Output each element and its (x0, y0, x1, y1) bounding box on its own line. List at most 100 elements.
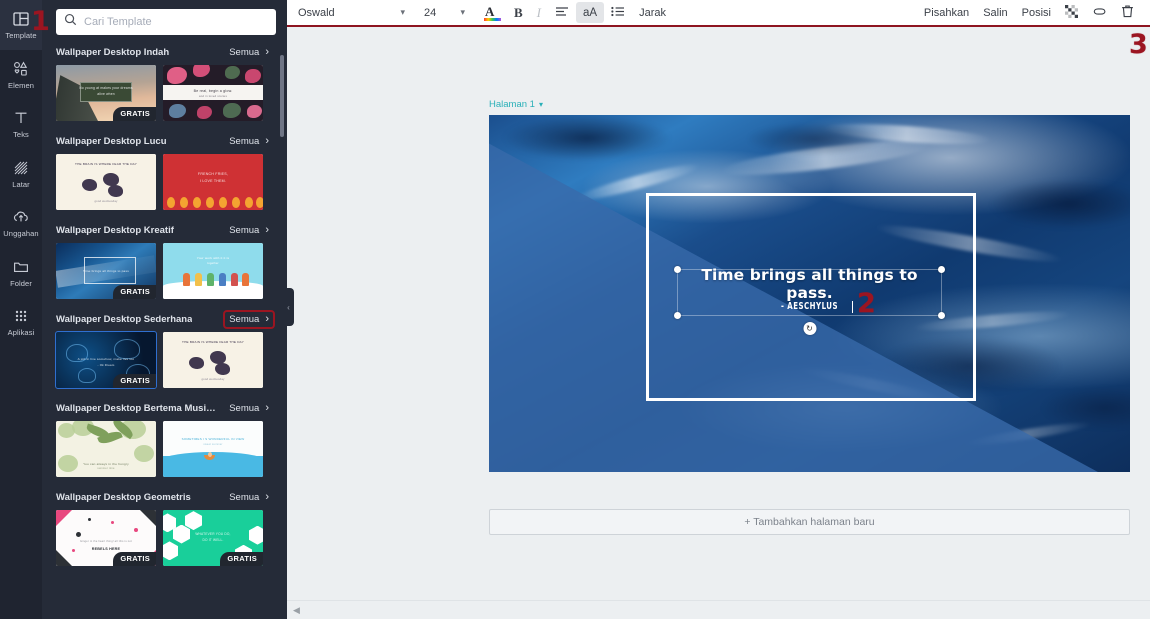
copy-button[interactable]: Salin (976, 2, 1014, 23)
resize-handle-top-left[interactable] (674, 266, 681, 273)
panel-collapse-handle[interactable]: ‹ (283, 288, 294, 326)
template-thumbnails-row: THE BRAIN IS WHERE FEAR THE DAY good wed… (56, 154, 273, 210)
font-size-select[interactable]: 24 ▾ (417, 2, 471, 23)
text-element-bounds[interactable]: Time brings all things to pass. - AESCHY… (674, 266, 945, 335)
template-thumbnail[interactable]: Ginger in the heart thing! all this is n… (56, 510, 156, 566)
resize-handle-bottom-left[interactable] (674, 312, 681, 319)
see-all-button[interactable]: Semua › (225, 45, 273, 60)
split-button[interactable]: Pisahkan (917, 2, 976, 23)
template-thumbnail[interactable]: Be real, begin a glow. and in loved stor… (163, 65, 263, 121)
thumb-text-2: DO IT WELL. (202, 538, 224, 542)
template-group-header: Wallpaper Desktop Indah Semua › (56, 43, 273, 62)
annotation-marker-1: 1 (31, 6, 50, 37)
page-label[interactable]: Halaman 1 ▾ (489, 99, 543, 110)
add-new-page-button[interactable]: + Tambahkan halaman baru (489, 509, 1130, 535)
text-cursor (851, 301, 853, 313)
template-group-header: Wallpaper Desktop Kreatif Semua › (56, 221, 273, 240)
see-all-label: Semua (229, 492, 260, 503)
thumb-art-beach (163, 421, 263, 477)
thumb-text-2: alive when (97, 92, 115, 97)
thumb-text-2: I LOVE THEM. (199, 178, 227, 183)
font-family-value: Oswald (298, 6, 335, 19)
panel-scrollbar[interactable] (280, 55, 284, 137)
template-thumbnail[interactable]: No young at makes your dreams alive when… (56, 65, 156, 121)
template-group-header: Wallpaper Desktop Sederhana Semua › (56, 310, 275, 329)
template-group: Wallpaper Desktop Geometris Semua › Ging… (56, 488, 273, 566)
thumb-text-1: THE BRAIN IS WHERE FEAR THE DAY (182, 339, 244, 344)
template-thumbnail[interactable]: SOMETIMES I S WONDERFUL IN VIEW sweet su… (163, 421, 263, 477)
template-group-header: Wallpaper Desktop Lucu Semua › (56, 132, 273, 151)
free-badge: GRATIS (220, 552, 263, 566)
see-all-label: Semua (229, 47, 260, 58)
template-thumbnail-selected[interactable]: A job in live somehow, make live too - O… (55, 331, 157, 389)
see-all-button[interactable]: Semua › (225, 223, 273, 238)
thumb-text-1: SOMETIMES I S WONDERFUL IN VIEW (181, 436, 245, 441)
annotation-marker-3: 3 (1129, 29, 1148, 60)
collapse-left-icon[interactable]: ◀ (293, 605, 300, 616)
template-thumbnail[interactable]: You can always in the hungry summer time (56, 421, 156, 477)
template-list: Wallpaper Desktop Indah Semua › No young… (42, 43, 287, 619)
toolbar-right-group: Pisahkan Salin Posisi (917, 2, 1141, 23)
list-button[interactable] (604, 2, 632, 23)
chevron-right-icon: › (265, 313, 269, 325)
align-left-button[interactable] (548, 2, 576, 23)
thumb-art-sky (163, 243, 263, 299)
template-thumbnails-row: You can always in the hungry summer time… (56, 421, 273, 477)
chevron-down-icon: ▾ (460, 7, 465, 17)
thumb-text-2: good wednesday (201, 377, 225, 381)
sidebar-label-folder: Folder (10, 278, 32, 288)
search-input[interactable] (84, 16, 268, 28)
template-thumbnail[interactable]: FRENCH FRIES, I LOVE THEM. (163, 154, 263, 210)
see-all-label: Semua (229, 314, 260, 325)
thumb-text-2: sweet summer (203, 442, 223, 446)
link-button[interactable] (1085, 2, 1114, 23)
sidebar-label-latar: Latar (12, 179, 30, 189)
trash-icon (1121, 4, 1134, 21)
transparency-checkerboard-icon (1065, 4, 1078, 21)
sidebar-item-latar[interactable]: Latar (0, 149, 42, 199)
position-button[interactable]: Posisi (1015, 2, 1058, 23)
design-page[interactable]: Time brings all things to pass. - AESCHY… (489, 115, 1130, 472)
sidebar-item-teks[interactable]: Teks (0, 99, 42, 149)
template-thumbnail[interactable]: THE BRAIN IS WHERE FEAR THE DAY good wed… (163, 332, 263, 388)
template-panel: Wallpaper Desktop Indah Semua › No young… (42, 0, 294, 619)
rotate-handle[interactable]: ↻ (803, 322, 816, 335)
free-badge: GRATIS (113, 552, 156, 566)
italic-button[interactable]: I (530, 2, 548, 23)
template-thumbnail[interactable]: Time brings all things to pass GRATIS (56, 243, 156, 299)
template-thumbnails-row: A job in live somehow, make live too - O… (55, 331, 273, 389)
quote-text: Time brings all things to pass. (701, 266, 918, 302)
see-all-button[interactable]: Semua › (225, 490, 273, 505)
template-group-header: Wallpaper Desktop Geometris Semua › (56, 488, 273, 507)
template-thumbnail[interactable]: Your work with it it is together (163, 243, 263, 299)
font-family-select[interactable]: Oswald ▾ (293, 2, 411, 23)
thumb-text-2: - Ok Dream (97, 362, 115, 367)
sidebar-item-unggahan[interactable]: Unggahan (0, 198, 42, 248)
sidebar-item-elemen[interactable]: Elemen (0, 50, 42, 100)
sidebar-item-folder[interactable]: Folder (0, 248, 42, 298)
delete-button[interactable] (1114, 2, 1141, 23)
bold-button[interactable]: B (507, 2, 530, 23)
resize-handle-top-right[interactable] (938, 266, 945, 273)
sidebar-item-aplikasi[interactable]: Aplikasi (0, 297, 42, 347)
thumb-text-1: Time brings all things to pass (83, 268, 129, 273)
transparency-button[interactable] (1058, 2, 1085, 23)
bullet-list-icon (611, 6, 625, 20)
align-left-icon (555, 6, 569, 20)
resize-handle-bottom-right[interactable] (938, 312, 945, 319)
template-group: Wallpaper Desktop Indah Semua › No young… (56, 43, 273, 121)
text-color-button[interactable]: A (478, 2, 507, 23)
see-all-button[interactable]: Semua › (225, 401, 273, 416)
text-case-button[interactable]: aA (576, 2, 605, 23)
chevron-right-icon: › (265, 402, 269, 414)
editor-footer: ◀ (287, 600, 1150, 619)
template-thumbnail[interactable]: WHATEVER YOU DO, DO IT WELL. GRATIS (163, 510, 263, 566)
template-group-title: Wallpaper Desktop Kreatif (56, 225, 174, 236)
text-color-icon: A (484, 5, 501, 21)
thumb-text-2: and in loved stories (198, 94, 228, 99)
spacing-button[interactable]: Jarak (632, 2, 673, 23)
template-thumbnail[interactable]: THE BRAIN IS WHERE FEAR THE DAY good wed… (56, 154, 156, 210)
search-box[interactable] (56, 9, 276, 35)
see-all-button-sederhana[interactable]: Semua › (223, 310, 275, 329)
see-all-button[interactable]: Semua › (225, 134, 273, 149)
